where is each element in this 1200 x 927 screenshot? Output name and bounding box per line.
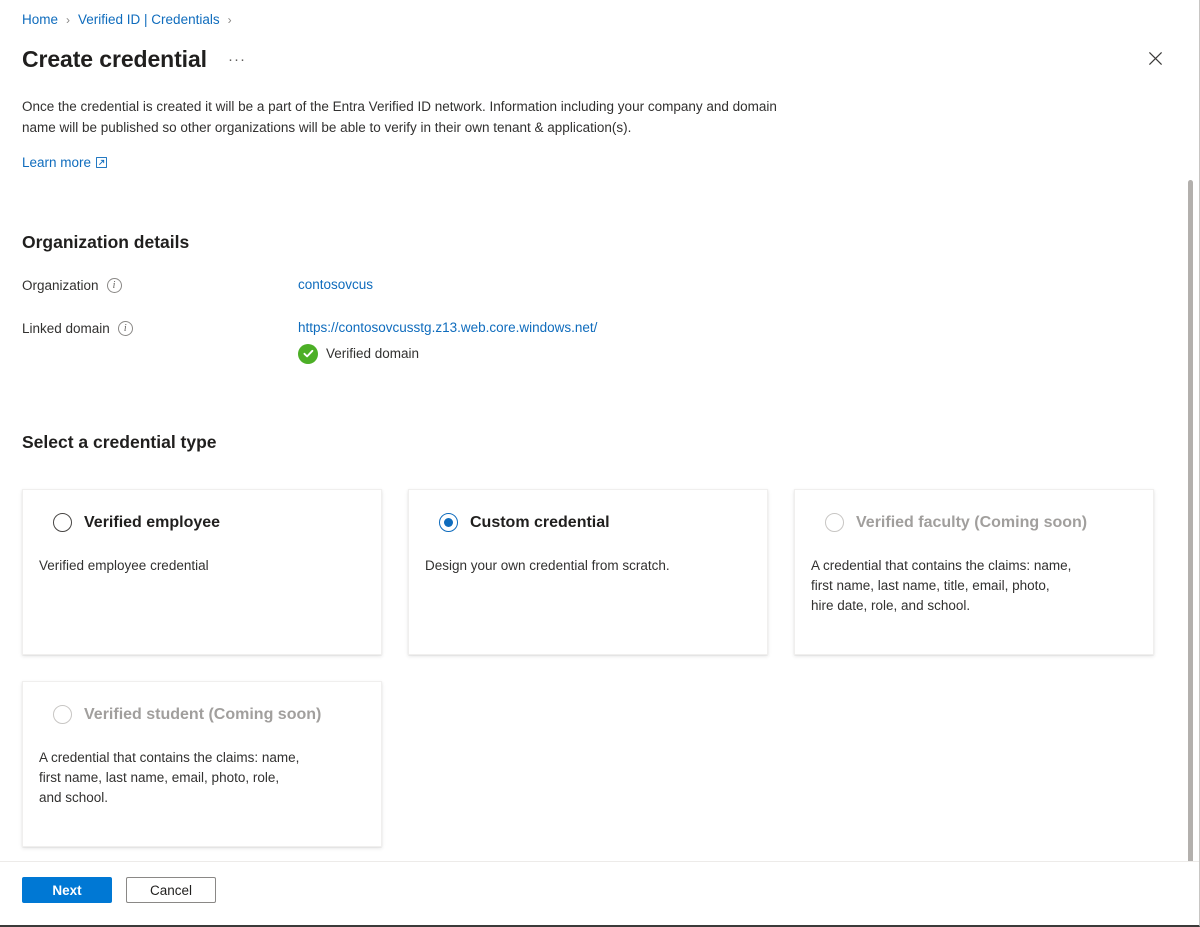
- breadcrumb: Home › Verified ID | Credentials ›: [22, 10, 1177, 30]
- credential-card-title: Verified faculty (Coming soon): [856, 513, 1088, 531]
- credential-card-verified-employee[interactable]: Verified employee Verified employee cred…: [22, 488, 382, 655]
- linked-domain-value: https://contosovcusstg.z13.web.core.wind…: [298, 318, 597, 364]
- credential-card-description: A credential that contains the claims: n…: [811, 557, 1072, 613]
- organization-label-group: Organization i: [22, 275, 298, 296]
- blade-header: Home › Verified ID | Credentials › Creat…: [0, 0, 1199, 76]
- title-row: Create credential ···: [22, 42, 1177, 76]
- organization-value: contosovcus: [298, 275, 373, 295]
- credential-card-title: Verified student (Coming soon): [84, 705, 322, 723]
- radio-checked-icon[interactable]: [439, 513, 458, 532]
- more-options-icon[interactable]: ···: [223, 45, 251, 73]
- external-link-icon: [96, 156, 107, 168]
- organization-label: Organization: [22, 277, 99, 293]
- card-head: Verified employee: [39, 512, 365, 534]
- credential-type-section: Select a credential type Verified employ…: [22, 432, 1177, 847]
- breadcrumb-item-home[interactable]: Home: [22, 11, 58, 29]
- credential-card-verified-student: Verified student (Coming soon) A credent…: [22, 680, 382, 847]
- info-icon[interactable]: i: [117, 321, 133, 336]
- verified-domain-label: Verified domain: [326, 345, 420, 361]
- create-credential-blade: Home › Verified ID | Credentials › Creat…: [0, 0, 1200, 927]
- blade-content: Once the credential is created it will b…: [0, 76, 1199, 861]
- radio-unchecked-icon: [825, 513, 844, 532]
- credential-card-title: Verified employee: [84, 513, 221, 531]
- card-head: Custom credential: [425, 512, 751, 534]
- credential-type-card-grid: Verified employee Verified employee cred…: [22, 488, 1177, 847]
- learn-more-label: Learn more: [22, 154, 92, 170]
- check-circle-icon: [298, 343, 318, 364]
- verified-domain-status: Verified domain: [298, 343, 597, 364]
- credential-type-heading: Select a credential type: [22, 431, 217, 452]
- organization-link[interactable]: contosovcus: [298, 277, 373, 292]
- credential-card-verified-faculty: Verified faculty (Coming soon) A credent…: [794, 488, 1154, 655]
- next-button[interactable]: Next: [22, 877, 112, 903]
- close-icon[interactable]: [1139, 42, 1171, 74]
- radio-unchecked-icon: [53, 705, 72, 724]
- linked-domain-label-group: Linked domain i: [22, 318, 298, 339]
- field-row-organization: Organization i contosovcus: [22, 275, 1177, 296]
- blade-footer: Next Cancel: [0, 861, 1199, 925]
- cancel-button[interactable]: Cancel: [126, 877, 216, 903]
- breadcrumb-item-verified-id-credentials[interactable]: Verified ID | Credentials: [78, 11, 220, 29]
- field-row-linked-domain: Linked domain i https://contosovcusstg.z…: [22, 318, 1177, 364]
- scrollbar-thumb[interactable]: [1188, 180, 1193, 861]
- learn-more-link[interactable]: Learn more: [22, 155, 107, 170]
- credential-card-description: Design your own credential from scratch.: [425, 557, 670, 573]
- credential-card-description: A credential that contains the claims: n…: [39, 749, 300, 805]
- card-head: Verified student (Coming soon): [39, 704, 365, 726]
- vertical-scrollbar[interactable]: [1185, 168, 1195, 861]
- page-title: Create credential: [22, 46, 207, 72]
- linked-domain-link[interactable]: https://contosovcusstg.z13.web.core.wind…: [298, 320, 597, 335]
- card-head: Verified faculty (Coming soon): [811, 512, 1137, 534]
- organization-details-section: Organization details Organization i cont…: [22, 232, 1177, 364]
- intro-text: Once the credential is created it will b…: [22, 99, 777, 135]
- info-icon[interactable]: i: [106, 278, 122, 293]
- linked-domain-label: Linked domain: [22, 320, 110, 336]
- organization-details-heading: Organization details: [22, 231, 190, 252]
- credential-card-title: Custom credential: [470, 513, 610, 531]
- chevron-right-icon: ›: [227, 13, 232, 27]
- credential-card-custom-credential[interactable]: Custom credential Design your own creden…: [408, 488, 768, 655]
- radio-unchecked-icon[interactable]: [53, 513, 72, 532]
- chevron-right-icon: ›: [66, 13, 71, 27]
- credential-card-description: Verified employee credential: [39, 557, 209, 573]
